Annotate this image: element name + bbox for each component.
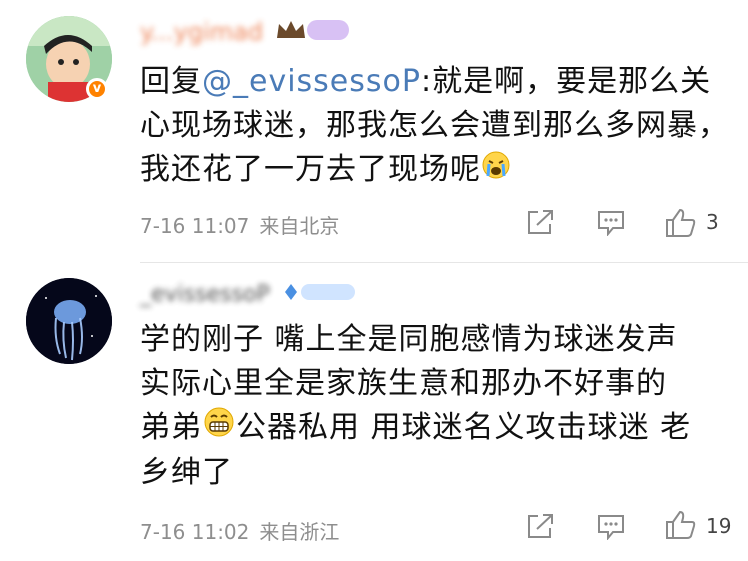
like-icon[interactable]	[664, 510, 698, 544]
like-count: 19	[706, 514, 732, 538]
comment-line: 实际心里全是家族生意和那办不好事的	[140, 366, 667, 401]
comment-meta: 7-16 11:02 来自浙江	[140, 516, 339, 545]
avatar[interactable]	[26, 278, 112, 364]
comment-line: 公器私用 用球迷名义攻击球迷 老	[236, 410, 692, 445]
grinning-face-icon	[202, 406, 236, 451]
reply-icon[interactable]	[596, 512, 626, 544]
comment-line-wrap: 弟弟 公器私用 用球迷名义攻击球迷 老	[140, 406, 740, 451]
comment-line: 弟弟	[140, 410, 202, 445]
comment-line: 乡绅了	[140, 455, 233, 490]
diamond-badge-icon	[281, 280, 357, 310]
comment-item: _evissessoP 学的刚子 嘴上全是同胞感情为球迷发声 实际心里全是家族生…	[0, 0, 748, 561]
username[interactable]: _evissessoP	[140, 280, 357, 310]
comment-body: 学的刚子 嘴上全是同胞感情为球迷发声 实际心里全是家族生意和那办不好事的 弟弟 …	[140, 318, 740, 495]
location: 来自浙江	[259, 520, 340, 544]
share-icon[interactable]	[526, 512, 556, 544]
timestamp: 7-16 11:02	[140, 520, 250, 544]
comment-line: 学的刚子 嘴上全是同胞感情为球迷发声	[140, 322, 678, 357]
